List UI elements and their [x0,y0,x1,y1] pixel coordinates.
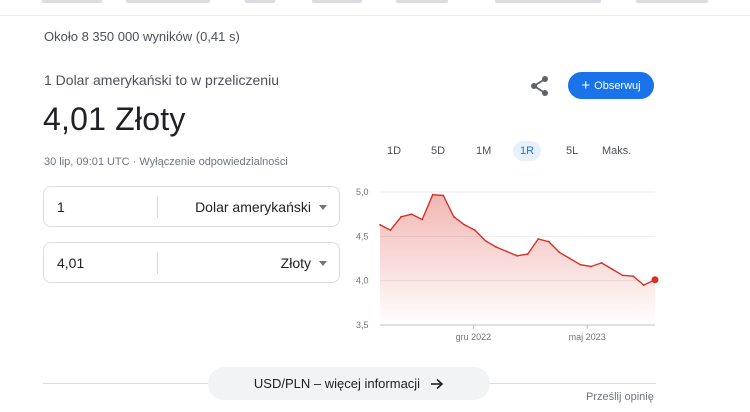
chart-area [380,194,655,325]
chart-point [579,263,582,266]
chart-point [442,194,445,197]
top-tab-3[interactable] [245,0,275,3]
converter-subtitle: 1 Dolar amerykański to w przeliczeniu [44,72,279,88]
chart-point [410,213,413,216]
top-divider [0,15,750,16]
top-tab-5[interactable] [396,0,448,3]
chart-point [590,265,592,268]
chevron-down-icon[interactable] [319,205,327,210]
chart-point [558,251,561,254]
range-tab-1m[interactable]: 1M [469,141,498,161]
plus-icon: + [581,76,591,94]
chart-current-point [651,276,659,284]
box-divider [157,196,158,218]
from-amount-input[interactable]: 1 [57,199,65,215]
converter-meta: 30 lip, 09:01 UTC · Wyłączenie odpowiedz… [44,156,288,168]
chart-point [431,193,434,196]
chart-point [389,229,392,232]
chart-point [642,284,645,286]
feedback-link[interactable]: Prześlij opinię [586,391,654,403]
to-amount-input[interactable]: 4,01 [57,255,84,271]
chart-point [452,215,455,218]
chart-point [474,229,476,232]
chart-point [611,268,613,271]
chart-point [537,238,540,240]
to-currency-select[interactable]: Złoty [281,255,311,271]
chart-point [547,240,550,243]
chart-point [495,246,497,248]
follow-label: Obserwuj [594,79,641,92]
box-divider [157,252,158,274]
x-tick-label: gru 2022 [456,332,492,342]
range-tab-5d[interactable]: 5D [424,141,452,161]
chart-point [516,254,519,257]
arrow-right-icon [431,378,444,389]
chevron-down-icon[interactable] [319,261,327,266]
chart-point [463,223,466,226]
chart-point [505,250,508,253]
chart-point [400,215,402,218]
y-tick-label: 4,0 [356,276,369,286]
chart-point [568,257,571,260]
converter-result: 4,01 Złoty [43,101,186,137]
chart-point [621,274,624,277]
x-tick-label: maj 2023 [569,332,606,342]
chart-point [484,239,487,242]
exchange-rate-chart: 5,0 4,5 4,0 3,5 gru 2022 maj 2023 [356,187,659,342]
more-info-button[interactable]: USD/PLN – więcej informacji [208,367,490,400]
top-tab-7[interactable] [636,0,708,3]
y-tick-label: 5,0 [356,187,369,197]
chart-point [526,253,529,255]
result-stats: Około 8 350 000 wyników (0,41 s) [44,29,240,44]
range-tab-1r[interactable]: 1R [513,141,542,161]
y-tick-label: 4,5 [356,231,369,241]
top-tab-2[interactable] [126,0,210,3]
chart-point [600,262,603,264]
top-tab-4[interactable] [312,0,362,3]
y-tick-label: 3,5 [356,320,369,330]
top-tab-6[interactable] [495,0,601,3]
range-tab-1d[interactable]: 1D [380,141,408,161]
range-tab-5l[interactable]: 5L [559,141,585,161]
chart-point [421,218,424,221]
top-tab-1[interactable] [42,0,102,3]
from-currency-box: 1 Dolar amerykański [43,186,340,227]
share-button[interactable] [528,74,552,98]
chart-point [632,275,635,278]
from-currency-select[interactable]: Dolar amerykański [195,199,311,215]
share-icon [531,76,548,96]
chart-point [379,223,381,226]
follow-button[interactable]: + Obserwuj [568,72,654,99]
to-currency-box: 4,01 Złoty [43,242,340,283]
range-tab-max[interactable]: Maks. [595,141,638,161]
more-info-label: USD/PLN – więcej informacji [253,376,421,391]
